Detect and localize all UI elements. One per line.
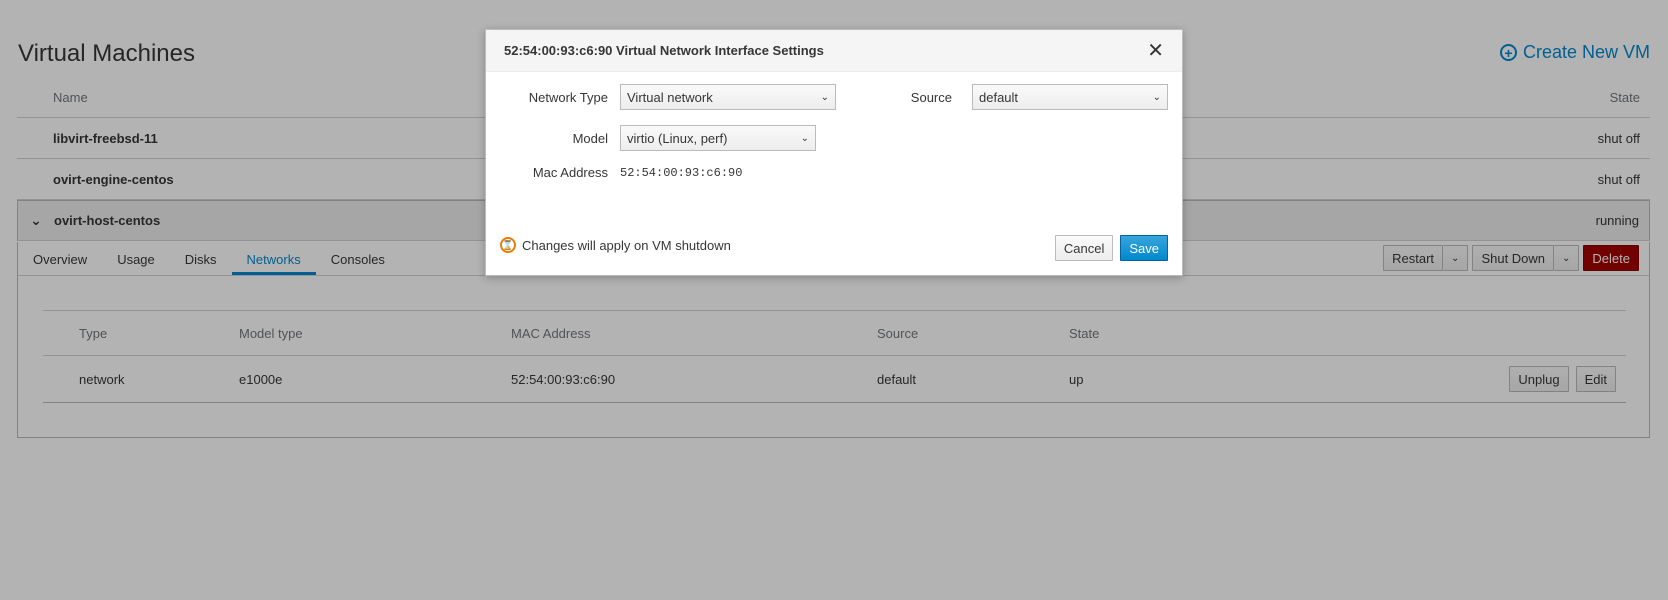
chevron-down-icon: ⌄	[1152, 91, 1161, 103]
network-type-select[interactable]: Virtual network ⌄	[620, 84, 836, 110]
pending-hourglass-icon: ⌛	[500, 237, 516, 253]
modal-title: 52:54:00:93:c6:90 Virtual Network Interf…	[504, 43, 824, 58]
cancel-button[interactable]: Cancel	[1054, 235, 1114, 261]
network-type-row: Network Type Virtual network ⌄	[500, 84, 836, 110]
close-icon[interactable]: ✕	[1147, 41, 1164, 61]
mac-row: Mac Address 52:54:00:93:c6:90	[500, 165, 743, 180]
source-label: Source	[910, 89, 952, 105]
pending-change-note: ⌛ Changes will apply on VM shutdown	[500, 237, 731, 253]
modal-buttons: Cancel Save	[1054, 235, 1168, 261]
pending-note-text: Changes will apply on VM shutdown	[522, 237, 731, 253]
source-row: Source default ⌄	[886, 84, 1168, 110]
nic-settings-dialog: 52:54:00:93:c6:90 Virtual Network Interf…	[485, 29, 1183, 276]
chevron-down-icon: ⌄	[820, 91, 829, 103]
save-button[interactable]: Save	[1120, 235, 1168, 261]
modal-header: 52:54:00:93:c6:90 Virtual Network Interf…	[486, 30, 1182, 72]
source-value: default	[979, 89, 1019, 105]
model-value: virtio (Linux, perf)	[627, 130, 728, 146]
model-row: Model virtio (Linux, perf) ⌄	[500, 125, 816, 151]
network-type-value: Virtual network	[627, 89, 713, 105]
source-select[interactable]: default ⌄	[972, 84, 1168, 110]
network-type-label: Network Type	[528, 89, 608, 105]
model-select[interactable]: virtio (Linux, perf) ⌄	[620, 125, 816, 151]
model-label: Model	[572, 130, 608, 146]
mac-label: Mac Address	[532, 165, 608, 180]
chevron-down-icon: ⌄	[800, 132, 809, 144]
mac-value: 52:54:00:93:c6:90	[620, 165, 743, 180]
